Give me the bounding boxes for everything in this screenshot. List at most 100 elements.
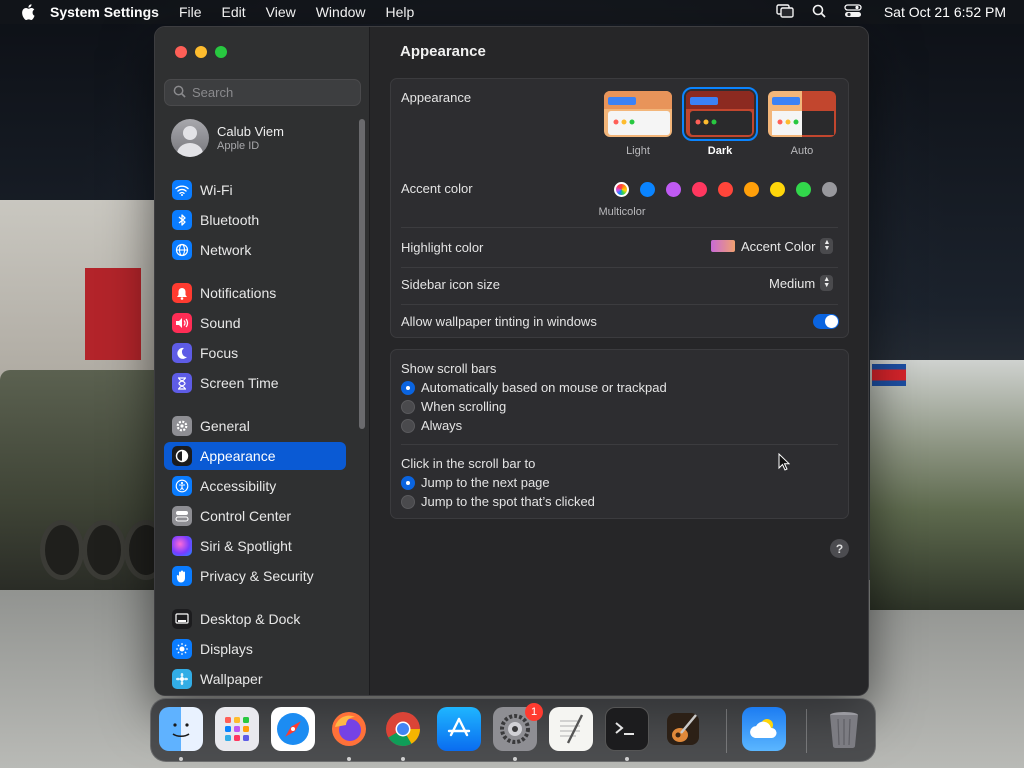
- sidebar-item-label: Screen Time: [200, 375, 279, 391]
- weather-icon[interactable]: [742, 707, 786, 751]
- sidebar-icon-size-value: Medium: [769, 275, 816, 291]
- accent-purple-swatch[interactable]: [666, 182, 681, 197]
- radio-label: Automatically based on mouse or trackpad: [421, 380, 667, 395]
- scroll-bar-settings-group: Show scroll bars Automatically based on …: [390, 349, 849, 519]
- sidebar-item-screen-time[interactable]: Screen Time: [164, 369, 346, 397]
- zoom-window-button[interactable]: [215, 46, 227, 58]
- terminal-icon[interactable]: [605, 707, 649, 751]
- click-scroll-bar-label: Click in the scroll bar to: [401, 456, 536, 471]
- search-input[interactable]: [192, 85, 352, 100]
- launchpad-icon[interactable]: [215, 707, 259, 751]
- trash-icon[interactable]: [822, 707, 866, 751]
- gear-icon: [172, 416, 192, 436]
- menu-file[interactable]: File: [179, 4, 202, 20]
- menu-edit[interactable]: Edit: [222, 4, 246, 20]
- theme-dark-option[interactable]: [682, 87, 758, 141]
- accent-pink-swatch[interactable]: [692, 182, 707, 197]
- sidebar-item-accessibility[interactable]: Accessibility: [164, 472, 346, 500]
- menu-window[interactable]: Window: [316, 4, 366, 20]
- chrome-icon[interactable]: [381, 707, 425, 751]
- radio-button[interactable]: [401, 418, 415, 433]
- safari-icon[interactable]: [271, 707, 315, 751]
- sidebar-item-label: Notifications: [200, 285, 277, 301]
- minimize-window-button[interactable]: [195, 46, 207, 58]
- sidebar-item-notifications[interactable]: Notifications: [164, 279, 346, 307]
- appearance-label: Appearance: [401, 90, 472, 105]
- sidebar-item-bluetooth[interactable]: Bluetooth: [164, 206, 346, 234]
- sidebar-item-wifi[interactable]: Wi-Fi: [164, 176, 346, 204]
- accent-green-swatch[interactable]: [796, 182, 811, 197]
- screen-mirroring-icon[interactable]: [776, 3, 794, 21]
- scroll-bars-when-scrolling-option[interactable]: When scrolling: [401, 399, 506, 414]
- sidebar-item-general[interactable]: General: [164, 412, 346, 440]
- appearance-icon: [172, 446, 192, 466]
- account-subtitle: Apple ID: [217, 140, 260, 152]
- theme-light-option[interactable]: [604, 91, 672, 137]
- theme-auto-option[interactable]: [768, 91, 836, 137]
- highlight-color-select[interactable]: Accent Color ▲ ▼: [711, 238, 834, 254]
- accent-blue-swatch[interactable]: [640, 182, 655, 197]
- garageband-icon[interactable]: [661, 707, 705, 751]
- radio-button[interactable]: [401, 475, 415, 490]
- accent-graphite-swatch[interactable]: [822, 182, 837, 197]
- apple-id-account[interactable]: Calub Viem Apple ID: [171, 119, 284, 157]
- sidebar-item-siri-spotlight[interactable]: Siri & Spotlight: [164, 532, 346, 560]
- theme-auto-label: Auto: [790, 145, 814, 157]
- window-controls: [175, 46, 227, 58]
- close-window-button[interactable]: [175, 46, 187, 58]
- divider: [401, 267, 838, 268]
- accessibility-icon: [172, 476, 192, 496]
- sidebar-item-focus[interactable]: Focus: [164, 339, 346, 367]
- running-indicator: [179, 757, 183, 761]
- scroll-bars-auto-option[interactable]: Automatically based on mouse or trackpad: [401, 380, 667, 395]
- sidebar-item-network[interactable]: Network: [164, 236, 346, 264]
- sidebar-icon-size-select[interactable]: Medium ▲ ▼: [769, 275, 834, 291]
- accent-yellow-swatch[interactable]: [770, 182, 785, 197]
- spotlight-search-icon[interactable]: [812, 4, 826, 21]
- sidebar-scrollbar[interactable]: [359, 119, 365, 429]
- sidebar-item-wallpaper[interactable]: Wallpaper: [164, 665, 346, 693]
- firefox-icon[interactable]: [327, 707, 371, 751]
- search-field[interactable]: [164, 79, 361, 106]
- accent-orange-swatch[interactable]: [744, 182, 759, 197]
- menu-app-name[interactable]: System Settings: [50, 4, 159, 20]
- finder-icon[interactable]: [159, 707, 203, 751]
- app-store-icon[interactable]: [437, 707, 481, 751]
- click-jump-next-page-option[interactable]: Jump to the next page: [401, 475, 550, 490]
- control-center-icon[interactable]: [844, 3, 862, 21]
- radio-label: Jump to the next page: [421, 475, 550, 490]
- avatar: [171, 119, 209, 157]
- radio-label: Jump to the spot that’s clicked: [421, 494, 595, 509]
- accent-caption: Multicolor: [598, 206, 646, 218]
- radio-button[interactable]: [401, 399, 415, 414]
- sidebar-item-control-center[interactable]: Control Center: [164, 502, 346, 530]
- wallpaper-tinting-toggle[interactable]: [813, 314, 839, 329]
- desktop-icon: [172, 609, 192, 629]
- sidebar-item-sound[interactable]: Sound: [164, 309, 346, 337]
- menu-clock[interactable]: Sat Oct 21 6:52 PM: [884, 4, 1006, 20]
- sidebar-icon-size-label: Sidebar icon size: [401, 277, 500, 292]
- main-pane: Appearance Appearance Light Dark Auto Ac…: [370, 27, 868, 695]
- radio-button[interactable]: [401, 380, 415, 395]
- radio-button[interactable]: [401, 494, 415, 509]
- click-jump-to-spot-option[interactable]: Jump to the spot that’s clicked: [401, 494, 595, 509]
- sidebar-item-appearance[interactable]: Appearance: [164, 442, 346, 470]
- help-button[interactable]: ?: [830, 539, 849, 558]
- sidebar-item-privacy-security[interactable]: Privacy & Security: [164, 562, 346, 590]
- sidebar-item-label: Wi-Fi: [200, 182, 233, 198]
- notification-badge: 1: [525, 703, 543, 721]
- sidebar-item-displays[interactable]: Displays: [164, 635, 346, 663]
- menu-view[interactable]: View: [266, 4, 296, 20]
- scroll-bars-always-option[interactable]: Always: [401, 418, 462, 433]
- display-icon: [172, 639, 192, 659]
- updown-chevron-icon: ▲ ▼: [820, 275, 834, 291]
- apple-logo-icon[interactable]: [20, 4, 36, 20]
- sidebar-item-desktop-dock[interactable]: Desktop & Dock: [164, 605, 346, 633]
- sidebar-item-label: Network: [200, 242, 252, 258]
- sidebar-item-label: Desktop & Dock: [200, 611, 301, 627]
- accent-multicolor-swatch[interactable]: [614, 182, 629, 197]
- accent-red-swatch[interactable]: [718, 182, 733, 197]
- mouse-cursor-icon: [778, 452, 791, 474]
- textedit-icon[interactable]: [549, 707, 593, 751]
- menu-help[interactable]: Help: [386, 4, 415, 20]
